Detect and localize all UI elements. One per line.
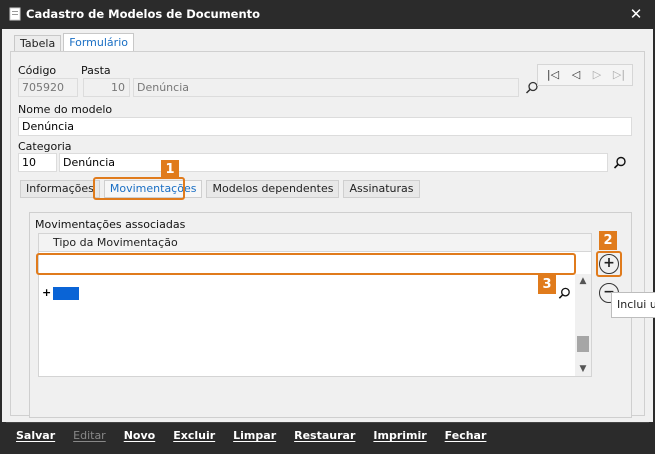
imprimir-button[interactable]: Imprimir — [373, 429, 426, 442]
categoria-name-field[interactable]: Denúncia — [59, 153, 608, 172]
scroll-down-icon[interactable]: ▼ — [575, 362, 591, 376]
categoria-number-field[interactable]: 10 — [18, 153, 57, 172]
fechar-button[interactable]: Fechar — [445, 429, 487, 442]
window-title: Cadastro de Modelos de Documento — [26, 7, 261, 21]
callout-highlight-3 — [36, 253, 576, 275]
codigo-label: Código — [18, 64, 57, 77]
pasta-label: Pasta — [81, 64, 111, 77]
salvar-button[interactable]: Salvar — [16, 429, 55, 442]
last-record-icon[interactable]: ▷| — [608, 66, 630, 84]
tab-informacoes[interactable]: Informações — [20, 180, 100, 198]
action-bar: Salvar Editar Novo Excluir Limpar Restau… — [6, 422, 649, 448]
codigo-field: 705920 — [18, 78, 78, 97]
record-navigator: |◁ ◁ ▷ ▷| — [537, 64, 633, 86]
grid-scrollbar[interactable]: ▲ ▼ — [575, 274, 591, 376]
title-bar: Cadastro de Modelos de Documento ✕ — [0, 0, 655, 29]
search-icon[interactable] — [557, 286, 572, 301]
editar-button[interactable]: Editar — [73, 429, 106, 442]
scroll-thumb[interactable] — [577, 336, 589, 352]
nome-label: Nome do modelo — [18, 103, 113, 116]
prev-record-icon[interactable]: ◁ — [565, 66, 587, 84]
app-icon — [9, 7, 21, 21]
nome-field[interactable]: Denúncia — [18, 117, 632, 136]
tab-tabela[interactable]: Tabela — [14, 35, 62, 52]
top-tabs: Tabela Formulário — [14, 33, 136, 52]
callout-badge-2: 2 — [599, 231, 617, 250]
excluir-button[interactable]: Excluir — [173, 429, 215, 442]
callout-highlight-1 — [93, 177, 185, 200]
add-tooltip: Inclui ur — [611, 292, 655, 318]
column-header-tipo[interactable]: Tipo da Movimentação — [53, 236, 178, 249]
detail-tabs: Informações Movimentações Modelos depend… — [20, 180, 424, 199]
row-input-selection[interactable] — [53, 287, 79, 300]
tab-formulario[interactable]: Formulário — [63, 33, 134, 52]
movimentacoes-group-label: Movimentações associadas — [35, 218, 186, 231]
categoria-label: Categoria — [18, 140, 72, 153]
first-record-icon[interactable]: |◁ — [542, 66, 564, 84]
search-icon[interactable] — [612, 155, 628, 171]
pasta-number-field[interactable]: 10 — [83, 78, 130, 97]
window-client: Tabela Formulário Código Pasta 705920 10… — [2, 29, 653, 422]
callout-badge-3: 3 — [538, 275, 556, 294]
add-circle-icon[interactable]: + — [599, 254, 619, 274]
tab-assinaturas[interactable]: Assinaturas — [343, 180, 420, 198]
grid-header: Tipo da Movimentação — [39, 234, 591, 252]
restaurar-button[interactable]: Restaurar — [294, 429, 355, 442]
next-record-icon[interactable]: ▷ — [586, 66, 608, 84]
pasta-name-field[interactable]: Denúncia — [133, 78, 519, 97]
tab-modelos-dependentes[interactable]: Modelos dependentes — [206, 180, 340, 198]
limpar-button[interactable]: Limpar — [233, 429, 276, 442]
close-icon[interactable]: ✕ — [625, 3, 647, 25]
novo-button[interactable]: Novo — [124, 429, 156, 442]
new-row-marker: + — [42, 286, 52, 299]
scroll-up-icon[interactable]: ▲ — [575, 274, 591, 288]
grid-new-row[interactable]: + — [40, 285, 576, 303]
